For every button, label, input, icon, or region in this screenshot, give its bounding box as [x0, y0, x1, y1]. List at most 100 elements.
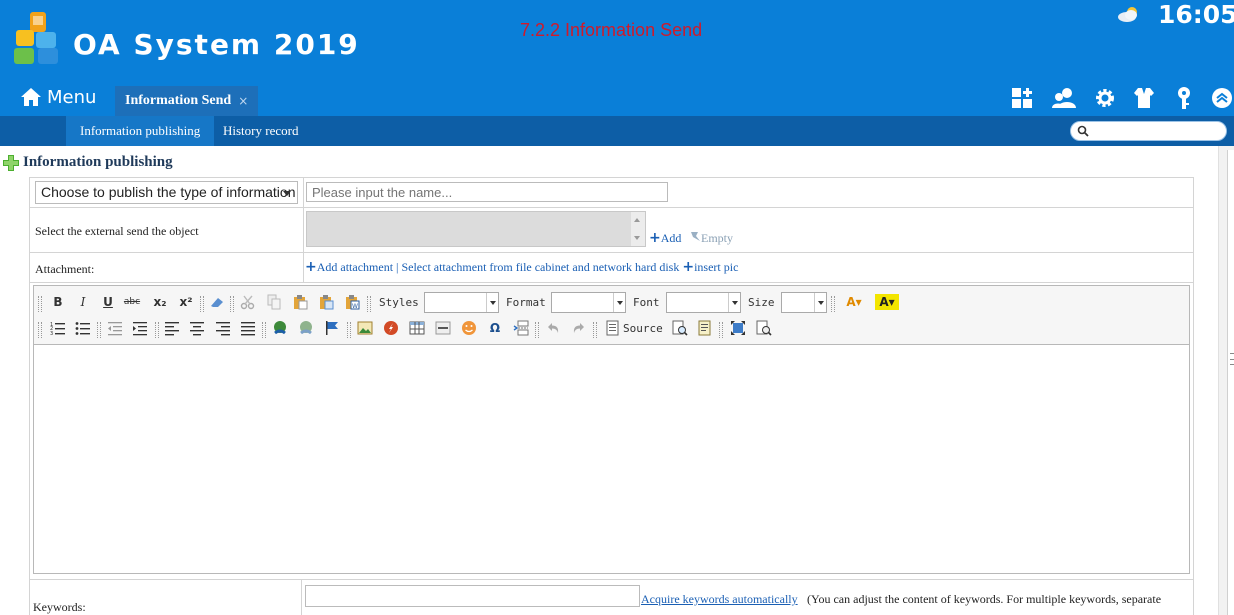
source-button[interactable]: Source: [606, 320, 663, 336]
unlink-icon[interactable]: [298, 320, 314, 336]
grid-plus-icon[interactable]: [1010, 86, 1034, 110]
tab-close-icon[interactable]: ×: [238, 94, 248, 108]
paste-word-icon[interactable]: W: [344, 294, 360, 310]
templates-icon[interactable]: [697, 320, 713, 336]
format-combo[interactable]: [551, 292, 626, 313]
flash-icon[interactable]: [383, 320, 399, 336]
insert-pic-link[interactable]: insert pic: [694, 260, 738, 274]
empty-object-button[interactable]: Empty: [690, 231, 733, 246]
svg-text:3: 3: [50, 331, 53, 336]
name-input[interactable]: [306, 182, 668, 202]
justify-icon[interactable]: [240, 320, 256, 336]
editor-content-area[interactable]: [34, 346, 1189, 573]
redo-icon[interactable]: [571, 320, 587, 336]
keywords-label: Keywords:: [33, 600, 86, 614]
paste-text-icon[interactable]: [318, 294, 334, 310]
font-label: Font: [633, 296, 660, 309]
align-right-icon[interactable]: [215, 320, 231, 336]
page-heading: 7.2.2 Information Send: [520, 20, 703, 40]
font-combo[interactable]: [666, 292, 741, 313]
section-title: Information publishing: [23, 154, 173, 170]
insert-pic-plus-icon: +: [682, 259, 695, 275]
horizontal-rule-icon[interactable]: [435, 320, 451, 336]
form-row-external: Select the external send the object +Add…: [30, 208, 1193, 253]
size-dropdown-icon: [814, 293, 826, 312]
cut-icon[interactable]: [240, 294, 256, 310]
vertical-scrollbar[interactable]: [1218, 146, 1234, 615]
dropdown-arrow-icon: [283, 191, 291, 196]
align-center-icon[interactable]: [189, 320, 205, 336]
show-blocks-icon[interactable]: [756, 320, 772, 336]
menu-label: Menu: [47, 86, 97, 108]
bg-color-button[interactable]: A▾: [875, 294, 899, 310]
eraser-icon[interactable]: [209, 294, 225, 310]
scrollbar-thumb[interactable]: [1227, 150, 1234, 615]
styles-label: Styles: [379, 296, 419, 309]
empty-label: Empty: [701, 231, 733, 245]
scroll-down-icon[interactable]: [634, 236, 640, 240]
smiley-icon[interactable]: [461, 320, 477, 336]
source-icon: [606, 320, 619, 336]
svg-text:W: W: [352, 303, 358, 310]
special-char-button[interactable]: Ω: [487, 320, 503, 336]
search-input[interactable]: [1093, 123, 1221, 139]
information-type-select[interactable]: Choose to publish the type of informatio…: [35, 181, 298, 204]
collapse-up-icon[interactable]: [1210, 86, 1234, 110]
table-icon[interactable]: [409, 320, 425, 336]
maximize-icon[interactable]: [730, 320, 746, 336]
styles-combo[interactable]: [424, 292, 499, 313]
size-combo[interactable]: [781, 292, 827, 313]
select-attachment-link[interactable]: Select attachment from file cabinet and …: [401, 260, 679, 274]
numbered-list-icon[interactable]: 123: [50, 320, 66, 336]
keywords-input[interactable]: [305, 585, 640, 607]
add-plus-icon: +: [649, 230, 661, 246]
add-attachment-link[interactable]: Add attachment: [317, 260, 393, 274]
copy-icon[interactable]: [266, 294, 282, 310]
editor-toolbar: B I U abc x₂ x² W Styles Format Font Siz…: [34, 286, 1189, 345]
strikethrough-button[interactable]: abc: [124, 294, 140, 310]
format-label: Format: [506, 296, 546, 309]
scroll-up-icon[interactable]: [634, 218, 640, 222]
tab-label: Information Send: [125, 93, 232, 108]
form-row-keywords: Keywords: Acquire keywords automatically…: [30, 579, 1193, 615]
home-icon: [21, 88, 41, 106]
form-row-attachment: Attachment: +Add attachment | Select att…: [30, 253, 1193, 283]
italic-button[interactable]: I: [75, 294, 91, 310]
users-icon[interactable]: [1052, 86, 1076, 110]
external-object-label: Select the external send the object: [35, 224, 199, 238]
page-break-icon[interactable]: [513, 320, 529, 336]
settings-icon[interactable]: [1093, 86, 1117, 110]
anchor-flag-icon[interactable]: [324, 320, 340, 336]
external-object-list[interactable]: [306, 211, 646, 247]
weather-icon: [1118, 7, 1137, 22]
indent-icon[interactable]: [132, 320, 148, 336]
publish-form: Choose to publish the type of informatio…: [29, 177, 1194, 615]
acquire-keywords-link[interactable]: Acquire keywords automatically: [641, 592, 798, 607]
text-color-button[interactable]: A▾: [842, 294, 866, 310]
image-icon[interactable]: [357, 320, 373, 336]
menu-button[interactable]: Menu: [20, 84, 96, 110]
app-logo: [14, 12, 58, 64]
underline-button[interactable]: U: [100, 294, 116, 310]
subscript-button[interactable]: x₂: [152, 294, 168, 310]
styles-dropdown-icon: [486, 293, 498, 312]
align-left-icon[interactable]: [164, 320, 180, 336]
list-scrollbar[interactable]: [631, 212, 645, 246]
tab-information-send[interactable]: Information Send ×: [115, 86, 258, 116]
app-title: OA System 2019: [73, 28, 360, 61]
paste-icon[interactable]: [292, 294, 308, 310]
search-box[interactable]: [1070, 121, 1227, 141]
key-icon[interactable]: [1172, 86, 1196, 110]
superscript-button[interactable]: x²: [178, 294, 194, 310]
add-object-button[interactable]: +Add: [649, 230, 681, 246]
preview-icon[interactable]: [672, 320, 688, 336]
shirt-icon[interactable]: [1132, 86, 1156, 110]
scrollbar-grip-icon: [1230, 353, 1234, 365]
link-icon[interactable]: [272, 320, 288, 336]
subtab-information-publishing[interactable]: Information publishing: [66, 116, 215, 146]
bold-button[interactable]: B: [50, 294, 66, 310]
undo-icon[interactable]: [545, 320, 561, 336]
outdent-icon[interactable]: [107, 320, 123, 336]
subtab-history-record[interactable]: History record: [209, 116, 312, 146]
bullet-list-icon[interactable]: [75, 320, 91, 336]
